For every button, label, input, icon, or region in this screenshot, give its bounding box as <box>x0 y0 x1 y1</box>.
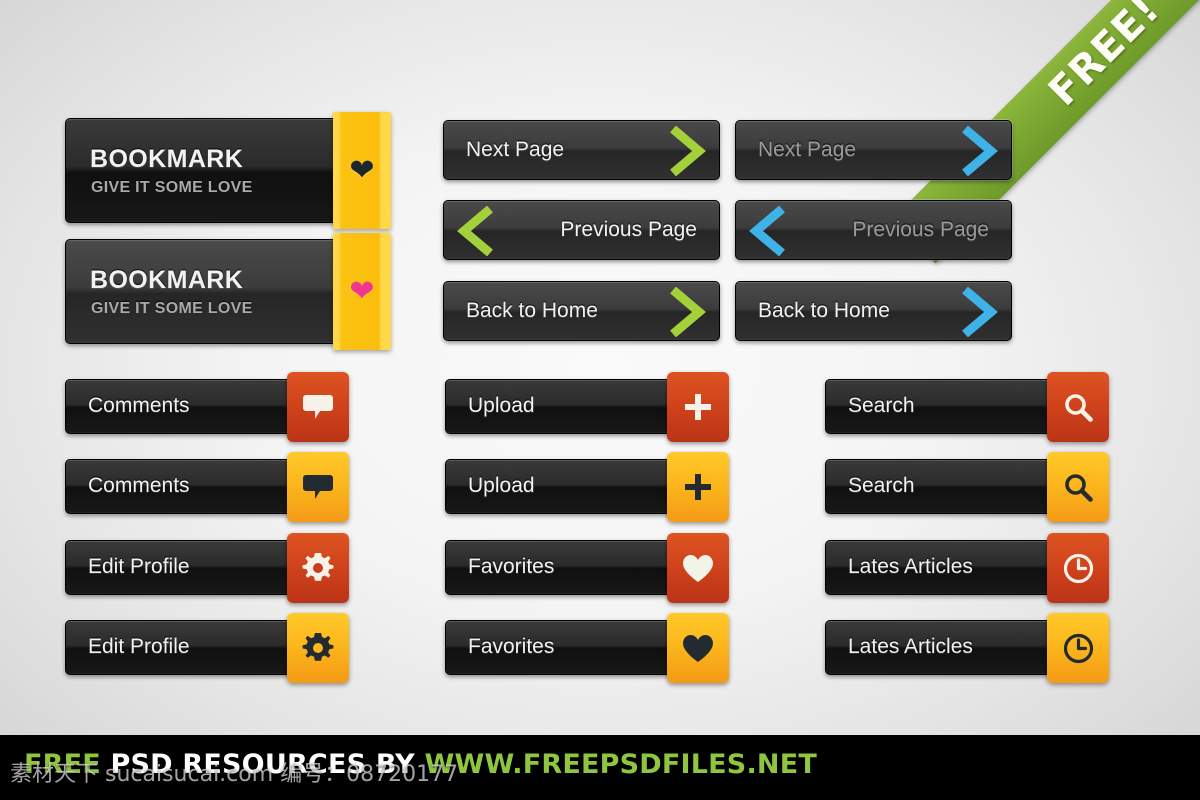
clock-icon-tab-yellow[interactable] <box>1047 613 1109 683</box>
bookmark-subtitle: GIVE IT SOME LOVE <box>91 300 253 317</box>
nav-label: Back to Home <box>758 299 890 322</box>
icon-button-label: Search <box>848 474 915 497</box>
icon-button-label: Comments <box>88 474 190 497</box>
next-page-button-green[interactable]: Next Page <box>443 120 720 180</box>
clock-icon <box>1063 553 1093 583</box>
lates-articles-button-red[interactable]: Lates Articles <box>825 540 1075 595</box>
speech-bubble-icon <box>303 475 333 499</box>
poster-canvas: FREE! BOOKMARK GIVE IT SOME LOVE ❤ BOOKM… <box>0 0 1200 800</box>
gear-icon-tab-yellow[interactable] <box>287 613 349 683</box>
icon-button-label: Edit Profile <box>88 635 190 658</box>
icon-button-label: Search <box>848 394 915 417</box>
icon-button-label: Comments <box>88 394 190 417</box>
chevron-right-icon <box>962 126 998 176</box>
lates-articles-button-yellow[interactable]: Lates Articles <box>825 620 1075 675</box>
bookmark-title: BOOKMARK <box>90 145 244 173</box>
nav-label: Back to Home <box>466 299 598 322</box>
bookmark-button-grey[interactable]: BOOKMARK GIVE IT SOME LOVE <box>65 239 375 344</box>
previous-page-button-blue[interactable]: Previous Page <box>735 200 1012 260</box>
search-button-red[interactable]: Search <box>825 379 1075 434</box>
nav-label: Previous Page <box>852 218 989 241</box>
plus-icon-tab-yellow[interactable] <box>667 452 729 522</box>
search-button-yellow[interactable]: Search <box>825 459 1075 514</box>
bookmark-subtitle: GIVE IT SOME LOVE <box>91 179 253 196</box>
chevron-right-icon <box>962 287 998 337</box>
upload-button-yellow[interactable]: Upload <box>445 459 695 514</box>
speech-bubble-icon-tab-yellow[interactable] <box>287 452 349 522</box>
gear-icon <box>302 553 334 581</box>
heart-icon <box>683 634 713 662</box>
plus-icon-tab-red[interactable] <box>667 372 729 442</box>
bookmark-ribbon-band-dark[interactable]: ❤ <box>333 112 391 229</box>
heart-icon-tab-red[interactable] <box>667 533 729 603</box>
upload-button-red[interactable]: Upload <box>445 379 695 434</box>
previous-page-button-green[interactable]: Previous Page <box>443 200 720 260</box>
icon-button-label: Lates Articles <box>848 555 973 578</box>
chevron-right-icon <box>670 126 706 176</box>
gear-icon-tab-red[interactable] <box>287 533 349 603</box>
clock-icon <box>1063 633 1093 663</box>
favorites-button-yellow[interactable]: Favorites <box>445 620 695 675</box>
footer-free-word: FREE <box>24 749 101 780</box>
plus-icon <box>685 394 711 420</box>
next-page-button-blue[interactable]: Next Page <box>735 120 1012 180</box>
footer-bar: FREE PSD RESOURCES BY WWW.FREEPSDFILES.N… <box>0 735 1200 800</box>
heart-icon: ❤ <box>349 274 375 308</box>
footer-credit: FREE PSD RESOURCES BY WWW.FREEPSDFILES.N… <box>24 749 817 780</box>
heart-icon: ❤ <box>349 153 375 187</box>
speech-bubble-icon <box>303 395 333 419</box>
footer-site-url[interactable]: WWW.FREEPSDFILES.NET <box>425 749 817 780</box>
chevron-left-icon <box>749 206 785 256</box>
magnifier-icon-tab-yellow[interactable] <box>1047 452 1109 522</box>
edit-profile-button-red[interactable]: Edit Profile <box>65 540 315 595</box>
back-to-home-button-green[interactable]: Back to Home <box>443 281 720 341</box>
clock-icon-tab-red[interactable] <box>1047 533 1109 603</box>
magnifier-icon <box>1065 474 1093 502</box>
bookmark-title: BOOKMARK <box>90 266 244 294</box>
heart-icon <box>683 554 713 582</box>
icon-button-label: Favorites <box>468 555 555 578</box>
plus-icon <box>685 474 711 500</box>
edit-profile-button-yellow[interactable]: Edit Profile <box>65 620 315 675</box>
gear-icon <box>302 633 334 661</box>
comments-button-yellow[interactable]: Comments <box>65 459 315 514</box>
footer-mid-text: PSD RESOURCES BY <box>100 749 425 780</box>
comments-button-red[interactable]: Comments <box>65 379 315 434</box>
speech-bubble-icon-tab-red[interactable] <box>287 372 349 442</box>
chevron-right-icon <box>670 287 706 337</box>
icon-button-label: Upload <box>468 394 535 417</box>
bookmark-ribbon-band-pink[interactable]: ❤ <box>333 233 391 350</box>
icon-button-label: Lates Articles <box>848 635 973 658</box>
back-to-home-button-blue[interactable]: Back to Home <box>735 281 1012 341</box>
magnifier-icon <box>1065 394 1093 422</box>
icon-button-label: Favorites <box>468 635 555 658</box>
heart-icon-tab-yellow[interactable] <box>667 613 729 683</box>
nav-label: Previous Page <box>560 218 697 241</box>
chevron-left-icon <box>457 206 493 256</box>
nav-label: Next Page <box>466 138 565 161</box>
icon-button-label: Edit Profile <box>88 555 190 578</box>
bookmark-button-dark[interactable]: BOOKMARK GIVE IT SOME LOVE <box>65 118 375 223</box>
magnifier-icon-tab-red[interactable] <box>1047 372 1109 442</box>
favorites-button-red[interactable]: Favorites <box>445 540 695 595</box>
nav-label: Next Page <box>758 138 857 161</box>
icon-button-label: Upload <box>468 474 535 497</box>
